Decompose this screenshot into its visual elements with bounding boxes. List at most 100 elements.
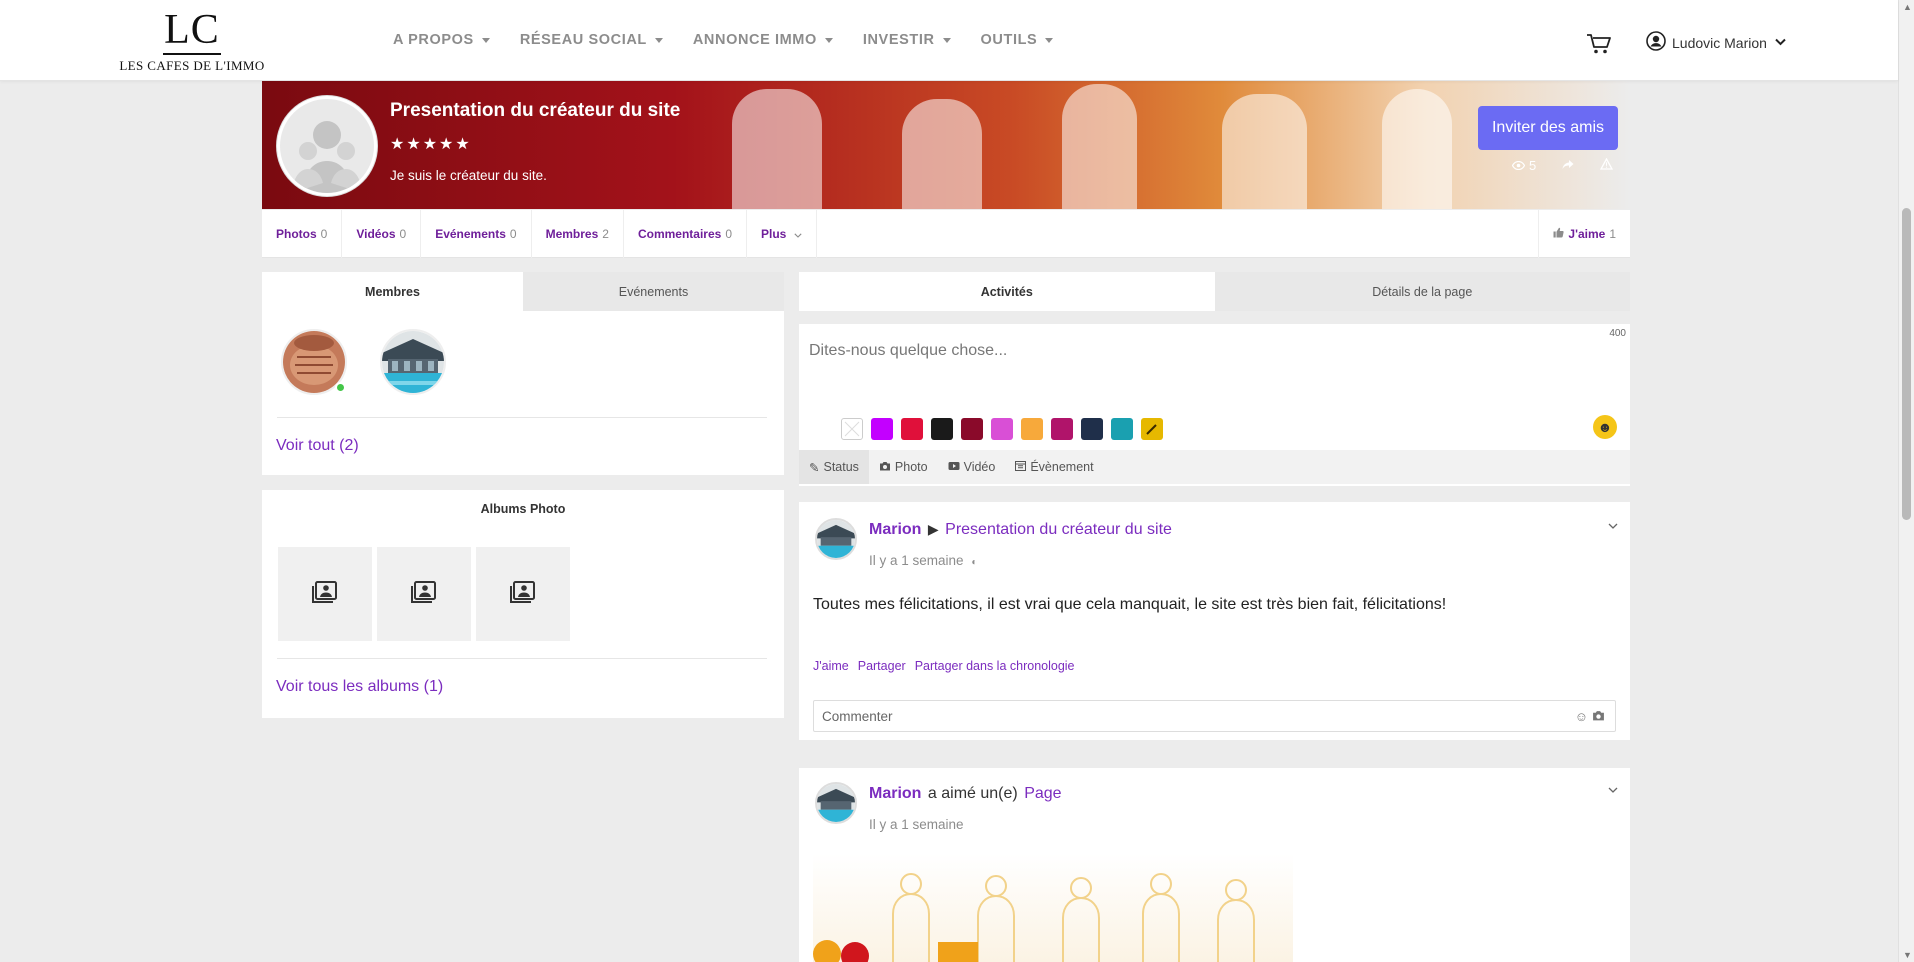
chevron-down-icon bbox=[794, 227, 802, 241]
rating-stars[interactable]: ★★★★★ bbox=[390, 134, 472, 154]
color-swatch[interactable] bbox=[1021, 418, 1043, 440]
photo-album-icon bbox=[509, 580, 537, 608]
tab-photos[interactable]: Photos 0 bbox=[262, 209, 343, 258]
video-icon bbox=[948, 460, 960, 474]
tab-activities[interactable]: Activités bbox=[799, 272, 1215, 311]
tab-label: Plus bbox=[761, 226, 787, 241]
post-share-link[interactable]: Partager bbox=[858, 659, 906, 673]
tab-page-details[interactable]: Détails de la page bbox=[1214, 272, 1630, 311]
cover-silhouette bbox=[902, 99, 982, 209]
post-author-link[interactable]: Marion bbox=[869, 521, 921, 538]
post-options-chevron-icon[interactable] bbox=[1608, 784, 1618, 796]
menu-item-investir[interactable]: INVESTIR bbox=[863, 32, 951, 48]
tab-plus[interactable]: Plus bbox=[747, 209, 818, 258]
pencil-icon: ✎ bbox=[809, 460, 820, 475]
caret-down-icon bbox=[481, 37, 490, 43]
status-input[interactable]: Dites-nous quelque chose... bbox=[809, 342, 1007, 360]
tab-count: 0 bbox=[509, 226, 517, 241]
post-like-link[interactable]: J'aime bbox=[813, 659, 849, 673]
post-share-timeline-link[interactable]: Partager dans la chronologie bbox=[915, 659, 1075, 673]
menu-label: OUTILS bbox=[980, 32, 1038, 48]
color-swatch[interactable] bbox=[871, 418, 893, 440]
color-swatch[interactable] bbox=[901, 418, 923, 440]
album-placeholder[interactable] bbox=[278, 547, 372, 641]
tab-label: Commentaires bbox=[637, 226, 722, 241]
liked-page-cover-image[interactable] bbox=[813, 854, 1293, 962]
swatch-none[interactable] bbox=[841, 418, 863, 440]
activity-switch: Activités Détails de la page bbox=[799, 272, 1630, 311]
tab-events[interactable]: Evénements bbox=[523, 272, 784, 311]
cart-icon[interactable] bbox=[1586, 33, 1612, 55]
caret-down-icon bbox=[654, 37, 663, 43]
camera-icon[interactable] bbox=[1592, 709, 1605, 724]
comment-input[interactable]: Commenter ☺ bbox=[813, 700, 1616, 732]
share-icon[interactable] bbox=[1562, 158, 1574, 173]
caret-down-icon bbox=[942, 37, 951, 43]
see-all-members-link[interactable]: Voir tout (2) bbox=[276, 437, 359, 455]
logo-underline bbox=[163, 53, 221, 55]
color-swatch[interactable] bbox=[991, 418, 1013, 440]
color-swatch[interactable] bbox=[1051, 418, 1073, 440]
post-target-link[interactable]: Page bbox=[1024, 785, 1061, 802]
post-author-avatar[interactable] bbox=[815, 782, 857, 824]
members-card: Membres Evénements Voir tout (2) bbox=[262, 272, 784, 475]
composer-tab-photo[interactable]: Photo bbox=[869, 450, 938, 484]
cover-silhouette bbox=[732, 89, 822, 209]
vertical-scrollbar[interactable]: ▲ ▼ bbox=[1898, 0, 1914, 962]
post-author-link[interactable]: Marion bbox=[869, 785, 921, 802]
like-count: 1 bbox=[1609, 226, 1616, 241]
member-avatar[interactable] bbox=[380, 329, 446, 395]
albums-title: Albums Photo bbox=[480, 502, 566, 516]
composer-tab-event[interactable]: Évènement bbox=[1005, 450, 1103, 484]
report-warning-icon[interactable] bbox=[1600, 157, 1614, 173]
views-count: 5 bbox=[1529, 158, 1537, 173]
post-time-text: Il y a 1 semaine bbox=[869, 553, 964, 568]
page-avatar[interactable] bbox=[277, 96, 377, 196]
menu-item-reseau-social[interactable]: RÉSEAU SOCIAL bbox=[520, 32, 663, 48]
menu-item-outils[interactable]: OUTILS bbox=[981, 32, 1054, 48]
tab-commentaires[interactable]: Commentaires 0 bbox=[624, 209, 748, 258]
color-swatch[interactable] bbox=[961, 418, 983, 440]
invite-friends-button[interactable]: Inviter des amis bbox=[1478, 106, 1618, 150]
menu-item-a-propos[interactable]: A PROPOS bbox=[393, 32, 490, 48]
user-menu[interactable]: Ludovic Marion bbox=[1646, 31, 1786, 54]
emoji-icon[interactable]: ☻ bbox=[1593, 415, 1617, 439]
see-all-albums-link[interactable]: Voir tous les albums (1) bbox=[276, 678, 443, 696]
tab-count: 0 bbox=[725, 226, 733, 241]
scroll-up-icon[interactable]: ▲ bbox=[1903, 2, 1912, 12]
post-body: Toutes mes félicitations, il est vrai qu… bbox=[813, 596, 1447, 613]
color-swatch[interactable] bbox=[1111, 418, 1133, 440]
tab-membres[interactable]: Membres 2 bbox=[532, 209, 624, 258]
site-logo[interactable]: LC LES CAFES DE L'IMMO bbox=[112, 8, 272, 74]
divider bbox=[277, 658, 767, 659]
color-swatch[interactable] bbox=[1141, 418, 1163, 440]
globe-icon: ◐ bbox=[971, 557, 978, 568]
menu-label: RÉSEAU SOCIAL bbox=[519, 32, 647, 48]
smiley-icon[interactable]: ☺ bbox=[1575, 709, 1588, 724]
composer-tab-video[interactable]: Vidéo bbox=[938, 450, 1006, 484]
main-menu: A PROPOS RÉSEAU SOCIAL ANNONCE IMMO INVE… bbox=[393, 32, 1083, 48]
color-swatch[interactable] bbox=[1081, 418, 1103, 440]
album-placeholder[interactable] bbox=[377, 547, 471, 641]
char-counter: 400 bbox=[1609, 328, 1626, 339]
album-placeholder[interactable] bbox=[476, 547, 570, 641]
post-author-avatar[interactable] bbox=[815, 518, 857, 560]
scrollbar-thumb[interactable] bbox=[1902, 208, 1911, 520]
tab-videos[interactable]: Vidéos 0 bbox=[342, 209, 422, 258]
comment-area: Commenter ☺ bbox=[799, 688, 1630, 740]
scroll-down-icon[interactable]: ▼ bbox=[1903, 950, 1912, 960]
color-swatch[interactable] bbox=[931, 418, 953, 440]
post-header: Marion ▶ Presentation du créateur du sit… bbox=[869, 521, 1172, 539]
composer-tab-status[interactable]: ✎ Status bbox=[799, 450, 869, 484]
post-target-link[interactable]: Presentation du créateur du site bbox=[945, 521, 1172, 538]
tab-count: 2 bbox=[602, 226, 609, 241]
post-actions: J'aime Partager Partager dans la chronol… bbox=[813, 659, 1075, 673]
menu-item-annonce-immo[interactable]: ANNONCE IMMO bbox=[693, 32, 833, 48]
tab-evenements[interactable]: Evénements 0 bbox=[421, 209, 532, 258]
tab-label: Photos bbox=[276, 226, 317, 241]
eye-icon bbox=[1511, 158, 1526, 173]
tab-members[interactable]: Membres bbox=[262, 272, 523, 311]
post-verb: a aimé un(e) bbox=[927, 785, 1018, 802]
like-page-button[interactable]: J'aime 1 bbox=[1538, 209, 1630, 258]
post-options-chevron-icon[interactable] bbox=[1608, 520, 1618, 532]
